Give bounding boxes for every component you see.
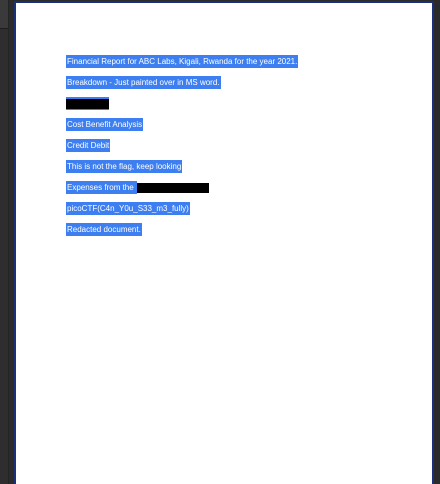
redacted-document-line[interactable]: Redacted document. [66,223,142,236]
breakdown-line[interactable]: Breakdown - Just painted over in MS word… [66,76,221,89]
expenses-text: Expenses from the [66,181,135,194]
page-selection-border: Financial Report for ABC Labs, Kigali, R… [14,1,434,484]
right-scroll-gutter [434,0,440,484]
expenses-redaction-box [136,182,209,193]
flag-text: picoCTF(C4n_Y0u_S33_m3_fully) [66,202,190,215]
report-title-line[interactable]: Financial Report for ABC Labs, Kigali, R… [66,55,299,68]
not-flag-text: This is not the flag, keep looking [66,160,183,173]
not-flag-line[interactable]: This is not the flag, keep looking [66,160,183,173]
breakdown-text: Breakdown - Just painted over in MS word… [66,76,221,89]
left-panel-edge[interactable] [0,0,9,484]
cost-benefit-line[interactable]: Cost Benefit Analysis [66,118,144,131]
redaction-box [66,99,109,110]
panel-tab[interactable] [0,0,8,29]
cost-benefit-text: Cost Benefit Analysis [66,118,144,131]
credit-debit-line[interactable]: Credit Debit [66,139,111,152]
pdf-viewer: Financial Report for ABC Labs, Kigali, R… [0,0,440,484]
report-title-text: Financial Report for ABC Labs, Kigali, R… [66,55,299,68]
credit-debit-text: Credit Debit [66,139,111,152]
redacted-line[interactable] [66,97,109,110]
document-page[interactable]: Financial Report for ABC Labs, Kigali, R… [16,3,432,484]
redacted-document-text: Redacted document. [66,223,142,236]
flag-line[interactable]: picoCTF(C4n_Y0u_S33_m3_fully) [66,202,190,215]
expenses-line[interactable]: Expenses from the [66,181,209,194]
redaction-highlight [66,97,109,110]
